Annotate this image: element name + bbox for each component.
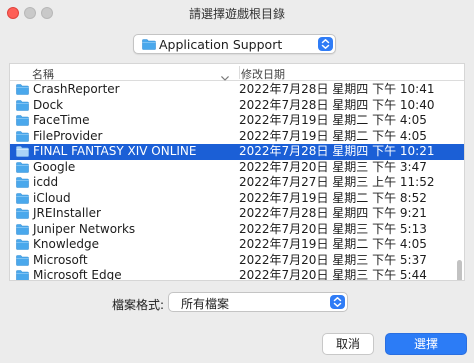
list-item[interactable]: Google 2022年7月20日 星期三 下午 3:47: [10, 159, 464, 176]
folder-icon: [16, 270, 29, 280]
list-item[interactable]: Microsoft 2022年7月20日 星期三 下午 5:37: [10, 252, 464, 269]
list-item[interactable]: icdd 2022年7月27日 星期三 上午 11:52: [10, 175, 464, 191]
file-list[interactable]: 名稱 修改日期 CrashReporter 2022年7月28日 星期四 下午 …: [9, 63, 465, 281]
file-date: 2022年7月19日 星期二 下午 4:05: [239, 128, 427, 143]
list-item[interactable]: CrashReporter 2022年7月28日 星期四 下午 10:41: [10, 82, 464, 98]
folder-icon: [16, 208, 29, 222]
file-date: 2022年7月20日 星期三 下午 5:13: [239, 221, 427, 236]
column-divider[interactable]: [239, 66, 240, 79]
file-name: iCloud: [33, 190, 71, 205]
file-date: 2022年7月27日 星期三 上午 11:52: [239, 175, 435, 189]
list-item[interactable]: iCloud 2022年7月19日 星期二 下午 8:52: [10, 190, 464, 207]
file-date: 2022年7月19日 星期二 下午 8:52: [239, 190, 427, 205]
folder-icon: [16, 115, 29, 129]
list-header: 名稱 修改日期: [10, 64, 464, 82]
folder-icon: [16, 192, 29, 207]
file-name: Knowledge: [33, 237, 99, 251]
folder-icon: [16, 130, 29, 145]
folder-icon: [16, 146, 29, 160]
dialog-title: 請選擇遊戲根目錄: [188, 7, 285, 21]
cancel-button[interactable]: 取消: [322, 333, 374, 355]
list-item[interactable]: Knowledge 2022年7月19日 星期二 下午 4:05: [10, 237, 464, 253]
folder-icon: [16, 223, 29, 238]
folder-icon: [16, 84, 29, 98]
file-name: FINAL FANTASY XIV ONLINE: [33, 144, 197, 158]
file-format-label: 檔案格式:: [112, 298, 165, 312]
titlebar: 請選擇遊戲根目錄: [0, 0, 474, 26]
file-name: Juniper Networks: [33, 221, 136, 236]
list-item[interactable]: FaceTime 2022年7月19日 星期二 下午 4:05: [10, 113, 464, 129]
file-date: 2022年7月28日 星期四 下午 10:21: [239, 144, 435, 158]
options-area: 檔案格式: 所有檔案 取消 選擇: [0, 281, 474, 363]
list-item[interactable]: Dock 2022年7月28日 星期四 下午 10:40: [10, 97, 464, 114]
file-format-value: 所有檔案: [181, 297, 230, 311]
location-popup[interactable]: Application Support: [133, 34, 336, 54]
list-item[interactable]: Juniper Networks 2022年7月20日 星期三 下午 5:13: [10, 221, 464, 238]
file-name: FileProvider: [33, 128, 103, 143]
vertical-scrollbar[interactable]: [457, 260, 462, 280]
folder-icon: [16, 254, 29, 269]
file-name: CrashReporter: [33, 82, 120, 96]
location-label: Application Support: [159, 37, 283, 52]
file-name: FaceTime: [33, 113, 90, 127]
folder-icon: [142, 39, 156, 53]
column-header-date[interactable]: 修改日期: [241, 66, 285, 82]
file-name: Microsoft Edge: [33, 268, 122, 281]
list-item[interactable]: JREInstaller 2022年7月28日 星期四 下午 9:21: [10, 206, 464, 222]
list-item-selected[interactable]: FINAL FANTASY XIV ONLINE 2022年7月28日 星期四 …: [10, 144, 464, 160]
file-name: Google: [33, 159, 76, 174]
file-name: Dock: [33, 97, 64, 112]
column-header-name[interactable]: 名稱: [32, 66, 54, 82]
file-chooser-dialog: 請選擇遊戲根目錄 Application Support 名稱 修改日期 Cra…: [0, 0, 474, 363]
list-item[interactable]: FileProvider 2022年7月19日 星期二 下午 4:05: [10, 128, 464, 145]
file-name: icdd: [33, 175, 59, 189]
folder-icon: [16, 161, 29, 176]
file-format-popup[interactable]: 所有檔案: [168, 292, 348, 312]
file-name: JREInstaller: [33, 206, 101, 220]
file-rows: CrashReporter 2022年7月28日 星期四 下午 10:41 Do…: [10, 82, 464, 281]
format-stepper-icon: [330, 295, 345, 309]
file-date: 2022年7月20日 星期三 下午 5:37: [239, 252, 427, 267]
choose-button[interactable]: 選擇: [385, 333, 467, 355]
file-date: 2022年7月19日 星期二 下午 4:05: [239, 113, 427, 127]
file-date: 2022年7月19日 星期二 下午 4:05: [239, 237, 427, 251]
file-date: 2022年7月28日 星期四 下午 10:41: [239, 82, 435, 96]
folder-icon: [16, 239, 29, 253]
file-name: Microsoft: [33, 252, 88, 267]
list-item[interactable]: Microsoft Edge 2022年7月20日 星期三 下午 5:44: [10, 268, 464, 281]
file-date: 2022年7月20日 星期三 下午 3:47: [239, 159, 427, 174]
file-date: 2022年7月20日 星期三 下午 5:44: [239, 268, 427, 281]
folder-icon: [16, 177, 29, 191]
location-stepper-icon: [318, 37, 333, 51]
file-date: 2022年7月28日 星期四 下午 9:21: [239, 206, 427, 220]
folder-icon: [16, 99, 29, 114]
file-date: 2022年7月28日 星期四 下午 10:40: [239, 97, 435, 112]
